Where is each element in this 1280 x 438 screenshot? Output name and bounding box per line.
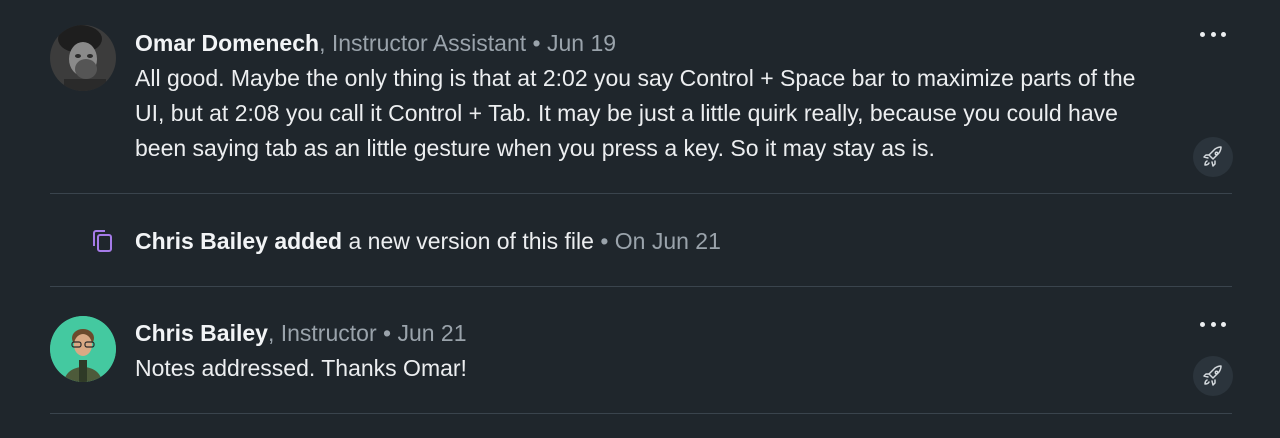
separator: ,: [319, 30, 326, 56]
comment-header: Omar Domenech, Instructor Assistant • Ju…: [135, 28, 616, 58]
activity-actor[interactable]: Chris Bailey: [135, 228, 268, 255]
comment-date: Jun 19: [547, 30, 617, 56]
activity-object: a new version of this file: [348, 227, 594, 254]
bullet-separator: •: [383, 320, 392, 346]
author-role: Instructor Assistant: [331, 30, 527, 56]
bullet-separator: •: [600, 227, 609, 254]
comment-header: Chris Bailey, Instructor • Jun 21: [135, 318, 467, 348]
more-horizontal-icon: [1200, 31, 1205, 37]
activity-date: On Jun 21: [614, 227, 721, 254]
more-options-button[interactable]: [1198, 26, 1228, 42]
file-versions-icon: [93, 230, 112, 252]
divider: [50, 413, 1232, 414]
comment-date: Jun 21: [397, 320, 467, 346]
separator: ,: [267, 320, 275, 346]
divider: [50, 286, 1232, 287]
avatar[interactable]: [50, 316, 116, 382]
rocket-icon: [1203, 365, 1222, 386]
activity-action: added: [274, 227, 343, 254]
more-horizontal-icon: [1200, 321, 1205, 327]
add-reaction-button[interactable]: [1193, 137, 1233, 177]
add-reaction-button[interactable]: [1193, 356, 1233, 396]
comment-body: All good. Maybe the only thing is that a…: [135, 65, 1136, 161]
author-name[interactable]: Omar Domenech: [135, 30, 319, 56]
divider: [50, 193, 1232, 194]
avatar[interactable]: [50, 25, 116, 91]
comment-body: Notes addressed. Thanks Omar!: [135, 355, 467, 381]
author-role: Instructor: [280, 320, 377, 346]
comment-thread: Omar Domenech, Instructor Assistant • Ju…: [0, 0, 1280, 438]
activity-entry: Chris Bailey added a new version of this…: [88, 225, 721, 257]
bullet-separator: •: [532, 30, 541, 56]
more-options-button[interactable]: [1198, 316, 1228, 332]
author-name[interactable]: Chris Bailey: [135, 320, 268, 346]
rocket-icon: [1203, 146, 1222, 167]
